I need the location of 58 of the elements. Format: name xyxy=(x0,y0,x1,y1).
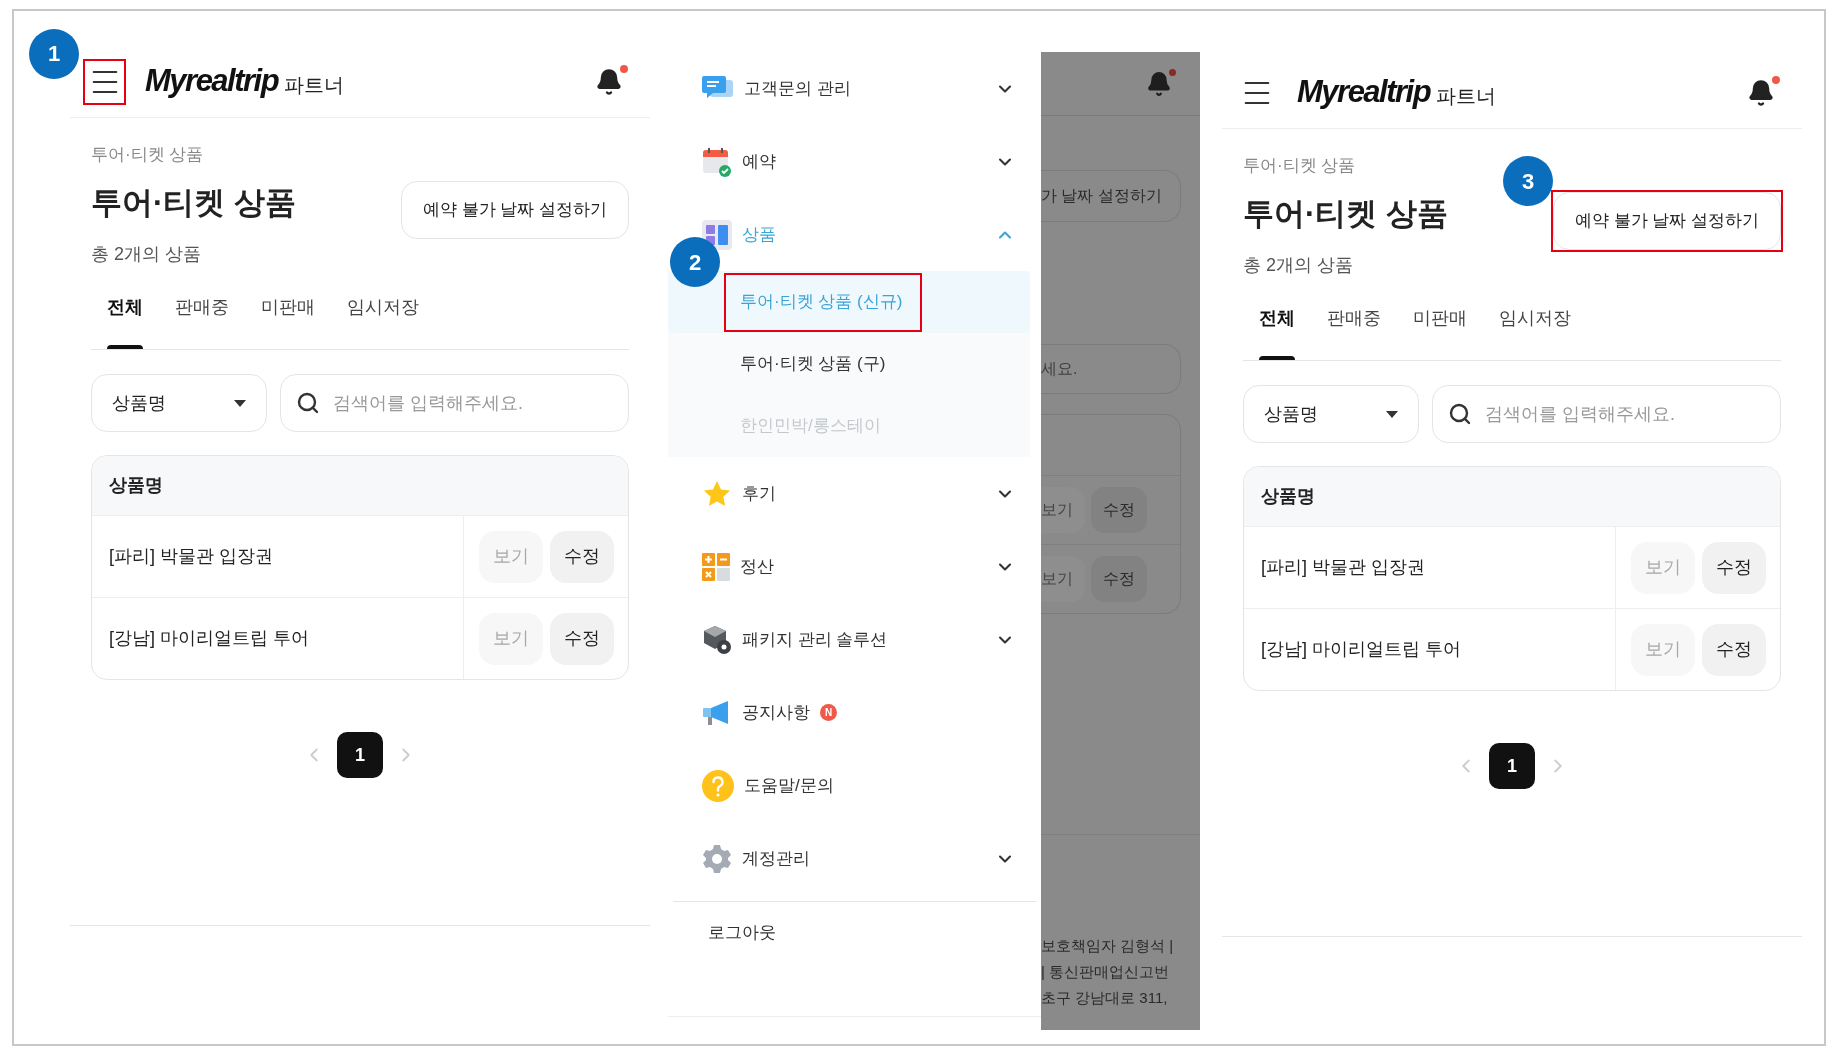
product-name: [강남] 마이리얼트립 투어 xyxy=(1260,638,1462,661)
menu-item[interactable]: 계정관리 xyxy=(668,822,1041,895)
edit-button[interactable]: 수정 xyxy=(549,612,614,665)
filter-tab[interactable]: 판매중 xyxy=(1311,298,1397,360)
filter-select[interactable]: 상품명 xyxy=(91,374,267,432)
footer-text: 초구 강남대로 311, xyxy=(1041,988,1169,1008)
view-fragment: 보기 xyxy=(1041,556,1085,602)
menu-item[interactable]: 예약 xyxy=(668,125,1041,198)
unavailable-dates-button[interactable]: 예약 불가 날짜 설정하기 xyxy=(401,181,629,239)
new-badge: N xyxy=(820,704,837,721)
filter-tab[interactable]: 전체 xyxy=(1243,298,1311,360)
page-button[interactable]: 1 xyxy=(1489,743,1535,789)
page-title: 투어·티켓 상품 xyxy=(91,183,296,222)
brand-logo: Myrealtrip xyxy=(1297,73,1431,112)
submenu-item[interactable]: 투어·티켓 상품 (구) xyxy=(668,333,1030,395)
menu-item[interactable]: 공지사항 N xyxy=(668,676,1041,749)
footer-text: | 통신판매업신고번 xyxy=(1041,962,1171,982)
breadcrumb: 투어·티켓 상품 xyxy=(1243,155,1357,177)
view-fragment: 보기 xyxy=(1041,487,1085,533)
menu-item[interactable]: 후기 xyxy=(668,457,1041,530)
edit-fragment: 수정 xyxy=(1091,556,1147,602)
search-field[interactable]: 검색어를 입력해주세요. xyxy=(1432,385,1781,443)
menu-item[interactable]: 고객문의 관리 xyxy=(668,52,1041,125)
brand-logo: Myrealtrip xyxy=(145,62,279,101)
logout-link[interactable]: 로그아웃 xyxy=(668,902,1041,964)
filter-tab[interactable]: 미판매 xyxy=(245,287,331,349)
edit-fragment: 수정 xyxy=(1091,487,1147,533)
edit-button[interactable]: 수정 xyxy=(1701,541,1766,594)
step-badge: 1 xyxy=(29,28,79,79)
menu-item[interactable]: 도움말/문의 xyxy=(668,749,1041,822)
filter-tab[interactable]: 판매중 xyxy=(159,287,245,349)
brand-suffix: 파트너 xyxy=(1436,83,1497,109)
filter-tab[interactable]: 전체 xyxy=(91,287,159,349)
column-heading: 상품명 xyxy=(1261,485,1315,508)
footer-text: 보호책임자 김형석 | xyxy=(1041,936,1175,956)
product-count: 총 2개의 상품 xyxy=(1243,254,1354,277)
filter-tab[interactable]: 임시저장 xyxy=(331,287,435,349)
edit-button[interactable]: 수정 xyxy=(1701,623,1766,676)
unavailable-dates-button[interactable]: 예약 불가 날짜 설정하기 xyxy=(1553,192,1781,250)
button-fragment: 가 날짜 설정하기 xyxy=(1041,186,1162,206)
step-badge: 3 xyxy=(1503,156,1553,206)
product-name: [강남] 마이리얼트립 투어 xyxy=(108,627,310,650)
product-name: [파리] 박물관 입장권 xyxy=(1260,556,1426,579)
menu-item[interactable]: 정산 xyxy=(668,530,1041,603)
brand-suffix: 파트너 xyxy=(284,72,345,98)
page-title: 투어·티켓 상품 xyxy=(1243,194,1448,233)
search-fragment: 세요. xyxy=(1041,359,1078,379)
menu-item[interactable]: 패키지 관리 솔루션 xyxy=(668,603,1041,676)
search-field[interactable]: 검색어를 입력해주세요. xyxy=(280,374,629,432)
breadcrumb: 투어·티켓 상품 xyxy=(91,144,205,166)
edit-button[interactable]: 수정 xyxy=(549,530,614,583)
filter-tab[interactable]: 미판매 xyxy=(1397,298,1483,360)
product-count: 총 2개의 상품 xyxy=(91,243,202,266)
page-button[interactable]: 1 xyxy=(337,732,383,778)
filter-tab[interactable]: 임시저장 xyxy=(1483,298,1587,360)
column-heading: 상품명 xyxy=(109,474,163,497)
product-name: [파리] 박물관 입장권 xyxy=(108,545,274,568)
filter-select[interactable]: 상품명 xyxy=(1243,385,1419,443)
